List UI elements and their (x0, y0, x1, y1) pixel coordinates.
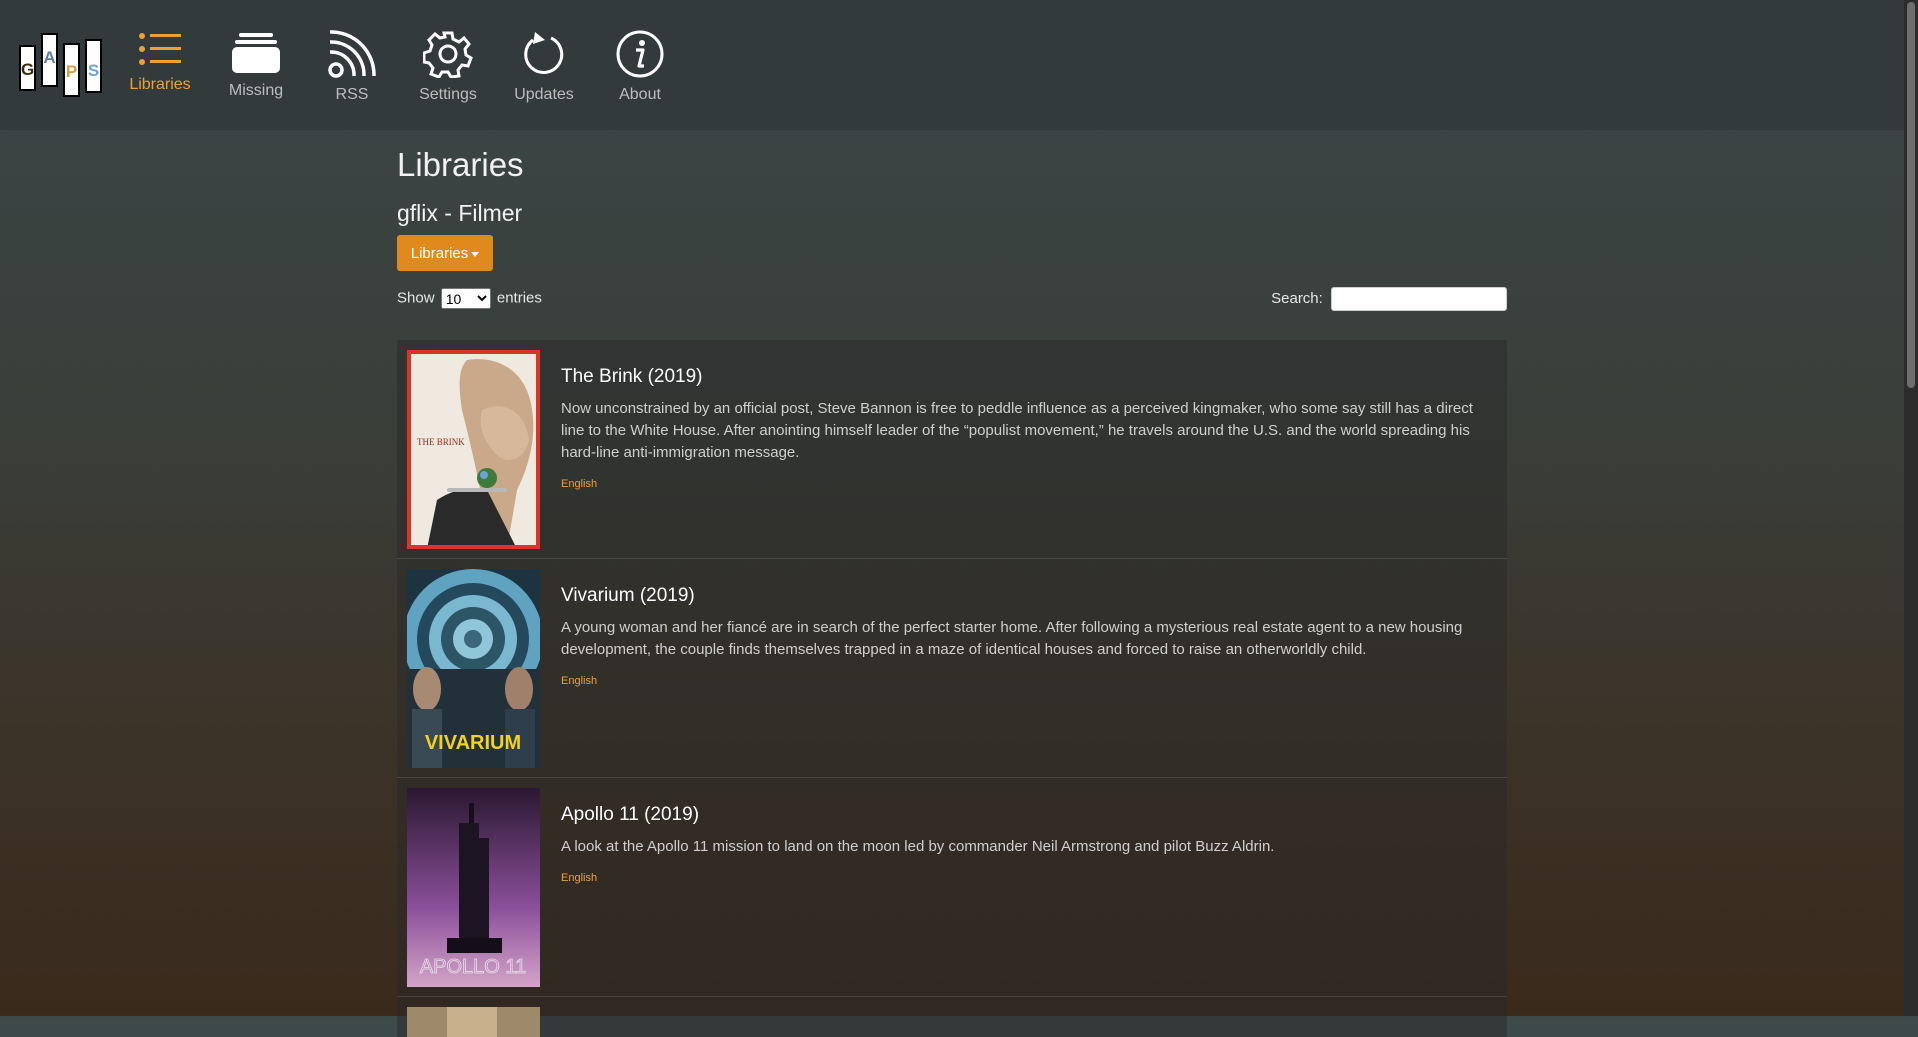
poster-title-text: VIVARIUM (425, 732, 521, 754)
movie-poster[interactable] (407, 1007, 540, 1037)
nav-about-label: About (619, 86, 661, 103)
movie-poster[interactable]: VIVARIUM (407, 569, 540, 768)
nav-about[interactable]: About (592, 30, 688, 110)
movie-poster[interactable]: THE BRINK (407, 350, 540, 549)
nav-settings-label: Settings (419, 86, 477, 103)
search-control: Search: (1271, 287, 1507, 311)
movie-info: Vivarium (2019) A young woman and her fi… (561, 585, 1487, 687)
entries-select[interactable]: 10 (440, 288, 491, 309)
library-name: gflix - Filmer (397, 200, 523, 226)
rss-icon (328, 30, 376, 78)
movie-info: The Brink (2019) Now unconstrained by an… (561, 366, 1487, 490)
movie-row[interactable]: APOLLO 11 Apollo 11 (2019) A look at the… (397, 778, 1507, 997)
list-icon (139, 33, 181, 65)
page-scrollbar[interactable] (1904, 0, 1918, 1016)
info-icon (616, 30, 664, 78)
libraries-dropdown-button[interactable]: Libraries (397, 235, 493, 271)
movie-row[interactable] (397, 997, 1507, 1037)
movie-row[interactable]: THE BRINK The Brink (2019) Now unconstra… (397, 340, 1507, 559)
movie-list: THE BRINK The Brink (2019) Now unconstra… (397, 340, 1507, 1037)
movie-info: Apollo 11 (2019) A look at the Apollo 11… (561, 804, 1487, 884)
poster-title-text: THE BRINK (417, 437, 465, 447)
movie-title[interactable]: The Brink (2019) (561, 366, 1487, 388)
nav-libraries-label: Libraries (129, 76, 191, 93)
nav-libraries[interactable]: Libraries (112, 30, 208, 110)
movie-language: English (561, 478, 598, 490)
scrollbar-thumb[interactable] (1907, 2, 1915, 388)
nav-updates-label: Updates (514, 86, 574, 103)
movie-row[interactable]: VIVARIUM Vivarium (2019) A young woman a… (397, 559, 1507, 778)
nav-settings[interactable]: Settings (400, 30, 496, 110)
libraries-dropdown-label: Libraries (410, 245, 469, 262)
movie-poster[interactable]: APOLLO 11 (407, 788, 540, 987)
logo-letter-s: S (85, 39, 102, 93)
movie-title[interactable]: Vivarium (2019) (561, 585, 1487, 607)
movie-language: English (561, 675, 598, 687)
movie-title[interactable]: Apollo 11 (2019) (561, 804, 1487, 826)
logo-letter-p: P (63, 43, 80, 97)
movie-language: English (561, 872, 598, 884)
movie-description: Now unconstrained by an official post, S… (561, 400, 1473, 461)
nav-missing-label: Missing (228, 82, 284, 99)
gear-icon (423, 31, 473, 78)
nav-missing[interactable]: Missing (208, 30, 304, 110)
entries-label: entries (496, 289, 542, 307)
stack-icon (232, 33, 280, 73)
top-navbar: G A P S Libraries Missing RSS Settings U… (0, 0, 1904, 130)
poster-title-text: APOLLO 11 (420, 956, 526, 978)
logo-letter-a: A (41, 33, 58, 87)
show-label: Show (397, 289, 435, 307)
gaps-logo[interactable]: G A P S (19, 33, 109, 99)
nav-rss-label: RSS (335, 86, 369, 103)
caret-down-icon (471, 251, 480, 257)
movie-description: A young woman and her fiancé are in sear… (561, 619, 1463, 658)
search-label: Search: (1271, 289, 1323, 307)
nav-rss[interactable]: RSS (304, 30, 400, 110)
nav-updates[interactable]: Updates (496, 30, 592, 110)
movie-description: A look at the Apollo 11 mission to land … (561, 838, 1275, 855)
logo-letter-g: G (19, 45, 36, 91)
search-input[interactable] (1331, 287, 1507, 311)
entries-length-control: Show 10 entries (397, 288, 542, 309)
page-title: Libraries (397, 146, 524, 183)
refresh-icon (524, 32, 564, 74)
